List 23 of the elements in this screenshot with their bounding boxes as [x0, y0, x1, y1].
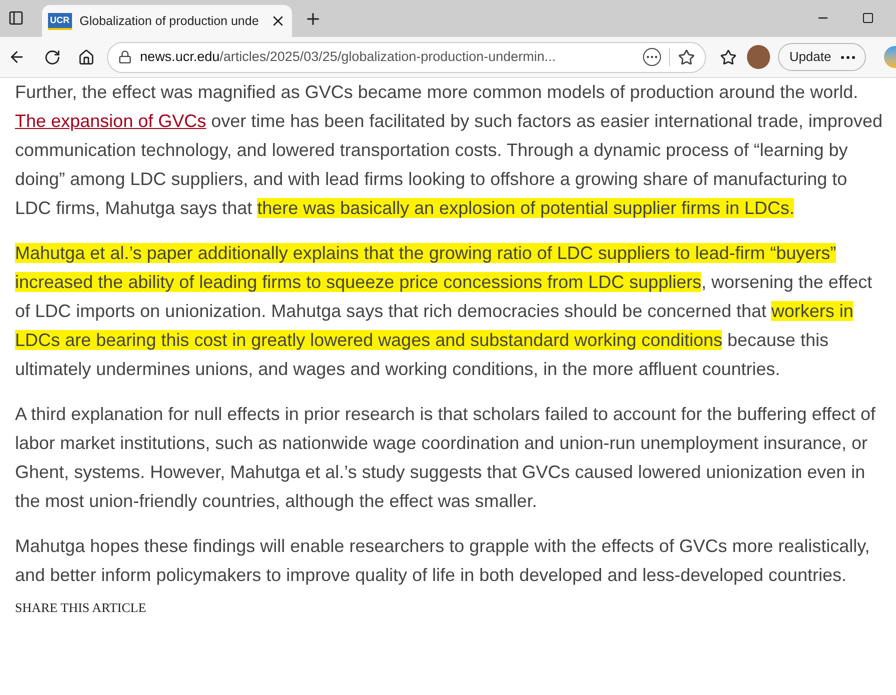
- share-heading: SHARE THIS ARTICLE: [15, 600, 148, 616]
- article-paragraph: Further, the effect was magnified as GVCs became more common models of production around the world. The expansion of GVCs over time has been facilitated by such factors as easier international trade, improved communication technology, and lowered transportation costs. Through a dynamic process of “learning by doing” among LDC suppliers, and with lead firms looking to offshore a growing share of manufacturing to LDC firms, Mahutga says that there was basically an explosion of potential supplier firms in LDCs.: [15, 81, 884, 220]
- home-icon[interactable]: [78, 48, 96, 66]
- browser-tab[interactable]: UCR Globalization of production unde: [42, 5, 292, 37]
- article-link[interactable]: The expansion of GVCs: [15, 111, 206, 131]
- update-button[interactable]: Update: [778, 43, 866, 71]
- article-paragraph: A third explanation for null effects in prior research is that scholars failed to account for the buffering effect of labor market institutions, such as nationwide wage coordination and union-run unemployment insurance, or Ghent, systems. However, Mahutga et al.’s study suggests that GVCs caused lowered unionization even in the most union-friendly countries, although the effect was smaller.: [15, 403, 876, 513]
- more-icon[interactable]: [643, 48, 662, 66]
- avatar[interactable]: [746, 45, 770, 69]
- new-tab-icon[interactable]: [304, 10, 322, 28]
- tab-actions-icon[interactable]: [8, 10, 24, 26]
- favorite-star-icon[interactable]: [678, 48, 696, 66]
- site-logo: UCR: [48, 12, 72, 30]
- lock-icon: [118, 50, 132, 64]
- address-field[interactable]: news.ucr.edu/articles/2025/03/25/globalization-production-undermin...: [107, 42, 706, 72]
- tab-title: Globalization of production unde: [80, 12, 260, 30]
- maximize-icon[interactable]: [862, 12, 874, 24]
- favorites-icon[interactable]: [720, 48, 737, 66]
- article-paragraph: Mahutga hopes these findings will enable researchers to grapple with the effects of GVCs more realistically, and better inform policymakers to improve quality of life in both developed and less-developed countries.: [15, 535, 871, 587]
- url-text: news.ucr.edu/articles/2025/03/25/globalization-production-undermin...: [140, 48, 557, 66]
- reload-icon[interactable]: [44, 48, 60, 66]
- article-paragraph: Mahutga et al.’s paper additionally explains that the growing ratio of LDC suppliers to lead-firm “buyers” increased the ability of leading firms to squeeze price concessions from LDC suppliers, worsening the effect of LDC imports on unionization. Mahutga says that rich democracies should be concerned that workers in LDCs are bearing this cost in greatly lowered wages and substandard working conditions because this ultimately undermines unions, and wages and working conditions, in the more affluent countries.: [15, 242, 874, 381]
- menu-icon: [841, 56, 856, 58]
